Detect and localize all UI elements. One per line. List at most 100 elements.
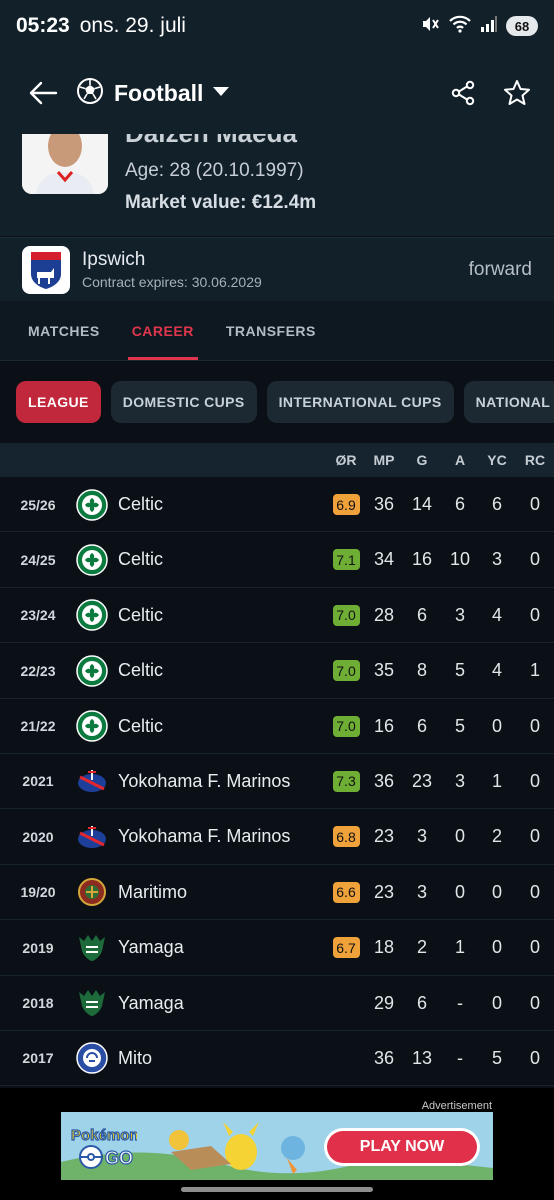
player-position: forward [468, 258, 532, 280]
career-row[interactable]: 2018 Yamaga 29 6 - 0 0 [0, 976, 554, 1031]
yellow-cards: 2 [491, 826, 502, 847]
assists: 5 [454, 715, 465, 736]
matches-played: 34 [373, 549, 395, 570]
red-cards: 0 [529, 826, 540, 847]
goals: 13 [411, 1047, 433, 1068]
yokohama-crest-icon [75, 809, 109, 864]
header-assists[interactable]: A [440, 443, 480, 477]
ipswich-crest-icon [22, 245, 70, 294]
matches-played: 36 [373, 770, 395, 791]
ad-label: Advertisement [421, 1100, 492, 1112]
career-row[interactable]: 22/23 Celtic 7.0 35 8 5 4 1 [0, 643, 554, 699]
goals: 14 [411, 494, 433, 514]
yellow-cards: 5 [491, 1047, 502, 1068]
goals: 23 [411, 770, 433, 791]
ad-banner[interactable]: Pokémon GO PLAY NOW [61, 1112, 493, 1180]
rating-badge: 6.8 [332, 826, 360, 848]
share-icon [451, 80, 475, 106]
goals: 16 [411, 549, 433, 570]
header-red-cards[interactable]: RC [515, 443, 554, 477]
red-cards: 0 [529, 1047, 540, 1068]
team-name: Mito [118, 1047, 153, 1068]
career-row[interactable]: 2021 Yokohama F. Marinos 7.3 36 23 3 1 0 [0, 754, 554, 810]
assists: 1 [454, 937, 465, 958]
matches-played: 28 [373, 604, 395, 625]
back-button[interactable] [18, 68, 68, 118]
team-name: Yokohama F. Marinos [118, 770, 291, 791]
team-name: Celtic [118, 715, 164, 736]
red-cards: 0 [529, 494, 540, 514]
sport-selector[interactable]: Football [76, 77, 230, 110]
header-goals[interactable]: G [402, 443, 442, 477]
chip-domestic-cups[interactable]: DOMESTIC CUPS [110, 381, 257, 423]
club-row[interactable]: Ipswich Contract expires: 30.06.2029 for… [0, 237, 554, 301]
yellow-cards: 4 [491, 660, 502, 681]
celtic-crest-icon [75, 588, 109, 643]
app-actions [444, 74, 536, 112]
yamaga-crest-icon [75, 920, 109, 975]
chip-international-cups[interactable]: INTERNATIONAL CUPS [266, 381, 454, 423]
career-row[interactable]: 25/26 Celtic 6.9 36 14 6 6 0 [0, 477, 554, 533]
goals: 3 [416, 826, 427, 847]
favorite-button[interactable] [498, 74, 536, 112]
career-row[interactable]: 23/24 Celtic 7.0 28 6 3 4 0 [0, 588, 554, 644]
svg-text:Pokémon: Pokémon [71, 1127, 137, 1144]
header-rating[interactable]: ØR [332, 443, 360, 477]
wifi-icon [448, 14, 472, 39]
star-icon [504, 80, 530, 105]
status-date: ons. 29. juli [79, 14, 186, 37]
header-yellow-cards[interactable]: YC [477, 443, 517, 477]
rating-badge: 7.0 [332, 604, 360, 626]
yellow-cards: 0 [491, 992, 502, 1013]
club-info: Ipswich Contract expires: 30.06.2029 [82, 249, 262, 290]
yellow-cards: 0 [491, 937, 502, 958]
matches-played: 36 [373, 494, 395, 514]
football-icon [76, 77, 104, 110]
goals: 8 [416, 660, 427, 681]
celtic-crest-icon [75, 477, 109, 532]
tab-matches[interactable]: MATCHES [12, 301, 116, 360]
chip-national[interactable]: NATIONAL [463, 381, 554, 423]
career-row[interactable]: 2017 Mito 36 13 - 5 0 [0, 1031, 554, 1087]
yellow-cards: 3 [491, 549, 502, 570]
rating-badge: 7.0 [332, 715, 360, 737]
season: 23/24 [20, 607, 56, 624]
goals: 6 [416, 992, 427, 1013]
season: 2017 [22, 1050, 54, 1067]
red-cards: 0 [529, 549, 540, 570]
home-indicator[interactable] [181, 1187, 373, 1192]
share-button[interactable] [444, 74, 482, 112]
player-age: Age: 28 (20.10.1997) [125, 160, 304, 181]
team-name: Maritimo [118, 881, 188, 902]
season: 19/20 [20, 884, 56, 901]
chip-league[interactable]: LEAGUE [16, 381, 101, 423]
app-bar: Football [0, 52, 554, 134]
career-row[interactable]: 2020 Yokohama F. Marinos 6.8 23 3 0 2 0 [0, 809, 554, 865]
tab-career[interactable]: CAREER [116, 301, 210, 360]
career-row[interactable]: 24/25 Celtic 7.1 34 16 10 3 0 [0, 532, 554, 588]
tab-bar: MATCHES CAREER TRANSFERS [0, 301, 554, 361]
rating-badge: 6.6 [332, 881, 360, 903]
status-icons: 68 [420, 14, 538, 39]
career-row[interactable]: 21/22 Celtic 7.0 16 6 5 0 0 [0, 699, 554, 754]
career-table: 25/26 Celtic 6.9 36 14 6 6 0 24/25 Celti… [0, 477, 554, 1087]
career-row[interactable]: 2019 Yamaga 6.7 18 2 1 0 0 [0, 920, 554, 976]
back-arrow-icon [29, 81, 58, 105]
career-row[interactable]: 19/20 Maritimo 6.6 23 3 0 0 0 [0, 865, 554, 921]
season: 21/22 [20, 718, 56, 735]
season: 2018 [22, 995, 54, 1012]
season: 25/26 [20, 496, 56, 513]
red-cards: 0 [529, 992, 540, 1013]
yellow-cards: 0 [491, 881, 502, 902]
battery-indicator: 68 [506, 16, 538, 36]
team-name: Yamaga [118, 992, 184, 1013]
yellow-cards: 6 [491, 494, 502, 514]
status-time: 05:23 [16, 14, 70, 37]
play-now-button[interactable]: PLAY NOW [327, 1131, 477, 1163]
header-mp[interactable]: MP [364, 443, 404, 477]
player-photo [22, 134, 108, 194]
tab-transfers[interactable]: TRANSFERS [210, 301, 332, 360]
team-name: Celtic [118, 549, 164, 570]
assists: 3 [454, 770, 465, 791]
goals: 6 [416, 604, 427, 625]
